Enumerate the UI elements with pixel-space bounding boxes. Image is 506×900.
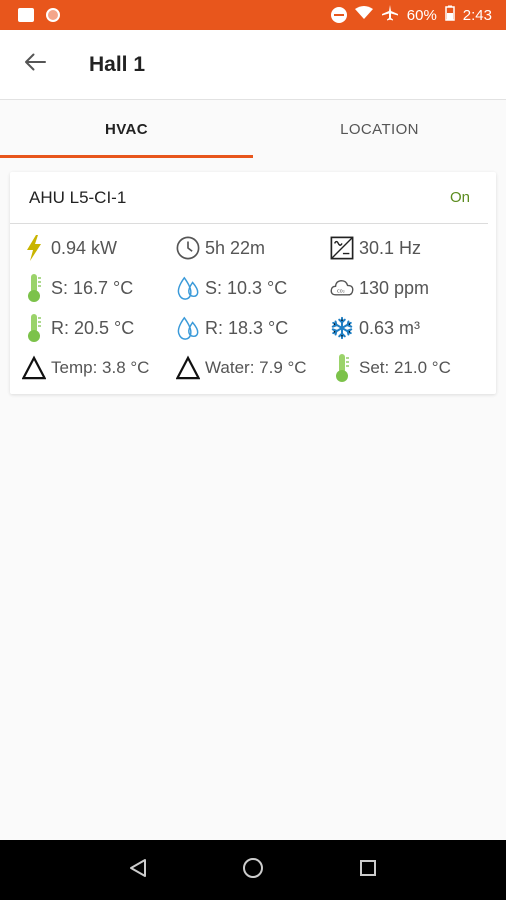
- airplane-icon: [381, 4, 399, 26]
- system-nav-bar: [0, 840, 506, 900]
- metric-return-temp: R: 20.5 °C: [22, 308, 176, 348]
- thermometer-icon: [330, 353, 354, 383]
- nav-home-button[interactable]: [233, 850, 273, 890]
- metric-value: S: 10.3 °C: [205, 277, 288, 298]
- unit-status: On: [449, 189, 470, 206]
- delta-icon: [176, 353, 200, 383]
- metric-value: 0.63 m³: [359, 317, 421, 338]
- inverter-frequency-icon: [330, 233, 354, 263]
- water-drop-icon: [176, 273, 200, 303]
- battery-icon: [445, 5, 455, 25]
- unit-card[interactable]: AHU L5-CI-1 On 0.94 kW 5h 22m 30.1 Hz S:…: [10, 172, 496, 394]
- unit-name: AHU L5-CI-1: [29, 187, 127, 207]
- back-triangle-icon: [129, 858, 147, 883]
- metric-cooling: 0.63 m³: [330, 308, 490, 348]
- tab-bar: HVAC LOCATION: [0, 100, 506, 158]
- thermometer-icon: [22, 313, 46, 343]
- battery-percent: 60%: [406, 6, 437, 24]
- clock-icon: [176, 233, 200, 263]
- recents-square-icon: [359, 859, 377, 882]
- metric-setpoint: Set: 21.0 °C: [330, 348, 490, 388]
- metric-value: R: 18.3 °C: [205, 317, 289, 338]
- page-title: Hall 1: [89, 52, 146, 76]
- thermometer-icon: [22, 273, 46, 303]
- metric-frequency: 30.1 Hz: [330, 228, 490, 268]
- status-bar: 60% 2:43: [0, 0, 506, 30]
- metric-value: 30.1 Hz: [359, 237, 422, 258]
- metric-power: 0.94 kW: [22, 228, 176, 268]
- home-circle-icon: [242, 857, 264, 884]
- tab-hvac[interactable]: HVAC: [0, 100, 253, 158]
- metric-value: R: 20.5 °C: [51, 317, 135, 338]
- do-not-disturb-icon: [330, 7, 347, 23]
- co2-cloud-icon: co₂: [330, 273, 354, 303]
- water-drop-icon: [176, 313, 200, 343]
- metric-value: Temp: 3.8 °C: [51, 358, 150, 377]
- unit-card-header: AHU L5-CI-1 On: [10, 172, 488, 224]
- metric-supply-temp: S: 16.7 °C: [22, 268, 176, 308]
- metrics-grid: 0.94 kW 5h 22m 30.1 Hz S: 16.7 °C S: 10.…: [10, 224, 496, 388]
- clock-time: 2:43: [462, 6, 492, 24]
- metric-value: 5h 22m: [205, 237, 266, 258]
- metric-return-water: R: 18.3 °C: [176, 308, 330, 348]
- snowflake-icon: [330, 313, 354, 343]
- metric-delta-temp: Temp: 3.8 °C: [22, 348, 176, 388]
- app-bar: Hall 1: [0, 30, 506, 100]
- arrow-left-icon: [24, 53, 46, 76]
- metric-co2: co₂ 130 ppm: [330, 268, 490, 308]
- metric-value: Set: 21.0 °C: [359, 358, 451, 377]
- delta-icon: [22, 353, 46, 383]
- tab-location[interactable]: LOCATION: [253, 100, 506, 158]
- svg-text:co₂: co₂: [337, 288, 345, 294]
- nav-back-button[interactable]: [118, 850, 158, 890]
- metric-delta-water: Water: 7.9 °C: [176, 348, 330, 388]
- nav-recents-button[interactable]: [348, 850, 388, 890]
- wifi-icon: [354, 6, 373, 24]
- app-notification-icon: [46, 8, 60, 22]
- back-button[interactable]: [9, 39, 61, 91]
- metric-value: S: 16.7 °C: [51, 277, 134, 298]
- metric-supply-water: S: 10.3 °C: [176, 268, 330, 308]
- metric-runtime: 5h 22m: [176, 228, 330, 268]
- lightning-bolt-icon: [22, 233, 46, 263]
- metric-value: 0.94 kW: [51, 237, 118, 258]
- metric-value: Water: 7.9 °C: [205, 358, 307, 377]
- metric-value: 130 ppm: [359, 277, 430, 298]
- image-notification-icon: [18, 8, 34, 22]
